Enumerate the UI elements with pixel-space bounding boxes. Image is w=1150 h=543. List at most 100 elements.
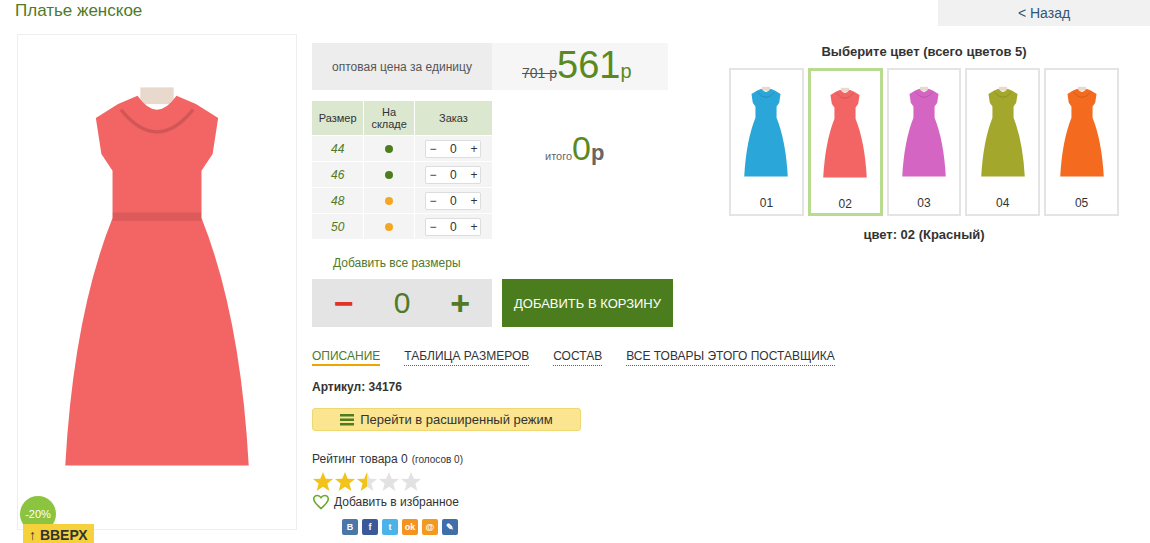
price-value: 701 р561р [492, 43, 668, 90]
qty-field[interactable]: 0 [450, 168, 457, 182]
dress-icon [891, 72, 957, 194]
color-label: 03 [917, 196, 930, 210]
stock-cell [364, 188, 414, 213]
row-stepper: −0 + [425, 140, 481, 158]
star-icon[interactable] [356, 471, 378, 492]
plus-button[interactable]: + [470, 220, 477, 234]
tab[interactable]: ОПИСАНИЕ [312, 349, 380, 366]
color-thumb[interactable]: 03 [887, 68, 962, 216]
table-header: РазмерНа складеЗаказ [312, 101, 492, 136]
main: -20%↑ ВВЕРХоптовая цена за единицу701 р5… [0, 34, 1150, 535]
order-cell: −0 + [415, 214, 492, 239]
column-header: На складе [364, 101, 414, 135]
color-label: 01 [760, 196, 773, 210]
order-cell: −0 + [415, 136, 492, 161]
color-label: 04 [996, 196, 1009, 210]
row-stepper: −0 + [425, 166, 481, 184]
rating-label: Рейтинг товара 0 [312, 452, 408, 466]
stock-dot [385, 171, 393, 179]
color-title: Выберите цвет (всего цветов 5) [729, 44, 1119, 59]
table-row: 46 −0 + [312, 162, 492, 188]
minus-button[interactable]: − [429, 142, 436, 156]
plus-button[interactable]: + [470, 194, 477, 208]
column-header: Размер [312, 101, 364, 135]
column-header: Заказ [415, 101, 492, 135]
stock-cell [364, 214, 414, 239]
color-thumb[interactable]: 04 [965, 68, 1040, 216]
add-all-sizes-link[interactable]: Добавить все размеры [333, 256, 674, 270]
minus-button[interactable]: − [429, 194, 436, 208]
back-button[interactable]: < Назад [938, 0, 1150, 26]
favorites-label: Добавить в избранное [334, 495, 459, 509]
current-price: 561 [557, 43, 620, 88]
share-icon[interactable]: ✎ [442, 519, 458, 535]
color-thumb[interactable]: 02 [808, 68, 883, 216]
quantity-field[interactable]: 0 [394, 286, 411, 320]
row-stepper: −0 + [425, 218, 481, 236]
qty-field[interactable]: 0 [450, 142, 457, 156]
dress-icon [1049, 72, 1115, 194]
color-thumb[interactable]: 01 [729, 68, 804, 216]
star-icon[interactable] [334, 471, 356, 492]
stock-cell [364, 136, 414, 161]
dress-icon [812, 73, 878, 195]
add-to-cart-button[interactable]: ДОБАВИТЬ В КОРЗИНУ [502, 279, 673, 327]
order-cell: −0 + [415, 162, 492, 187]
page-title: Платье женское [15, 1, 142, 34]
color-label: 05 [1075, 196, 1088, 210]
product-photo[interactable]: -20%↑ ВВЕРХ [17, 34, 297, 530]
rating-votes: (голосов 0) [412, 454, 463, 465]
quantity-stepper: − 0 + [312, 279, 492, 327]
add-to-favorites[interactable]: Добавить в избранное [312, 494, 674, 510]
dress-icon [970, 72, 1036, 194]
plus-button[interactable]: + [470, 168, 477, 182]
rating-stars[interactable] [312, 471, 674, 492]
extended-mode-label: Перейти в расширенный режим [360, 412, 553, 427]
tabs: ОПИСАНИЕТАБЛИЦА РАЗМЕРОВСОСТАВВСЕ ТОВАРЫ… [312, 349, 674, 366]
plus-button[interactable]: + [450, 284, 470, 323]
article: Артикул: 34176 [312, 380, 674, 394]
size-cell: 50 [312, 214, 364, 239]
color-label: 02 [839, 197, 852, 211]
dress-icon [733, 72, 799, 194]
total-value: 0 [572, 129, 591, 168]
plus-button[interactable]: + [470, 142, 477, 156]
share-icon[interactable]: ok [402, 519, 418, 535]
table-area: РазмерНа складеЗаказ44−0+46−0+48−0+50−0+… [312, 101, 674, 240]
minus-button[interactable]: − [429, 168, 436, 182]
quantity-row: − 0 + ДОБАВИТЬ В КОРЗИНУ [312, 279, 674, 327]
tab[interactable]: СОСТАВ [553, 349, 602, 366]
tab[interactable]: ВСЕ ТОВАРЫ ЭТОГО ПОСТАВЩИКА [626, 349, 835, 366]
old-price: 701 р [522, 65, 557, 81]
qty-field[interactable]: 0 [450, 220, 457, 234]
price-currency: р [620, 60, 631, 83]
price-row: оптовая цена за единицу701 р561р [312, 43, 674, 90]
tab[interactable]: ТАБЛИЦА РАЗМЕРОВ [404, 349, 529, 366]
share-icon[interactable]: t [382, 519, 398, 535]
qty-field[interactable]: 0 [450, 194, 457, 208]
stock-dot [385, 223, 393, 231]
size-cell: 48 [312, 188, 364, 213]
header: Платье женское < Назад [0, 0, 1150, 34]
order-cell: −0 + [415, 188, 492, 213]
star-icon[interactable] [312, 471, 334, 492]
up-button[interactable]: ↑ ВВЕРХ [23, 524, 94, 543]
order-column: оптовая цена за единицу701 р561р РазмерНа… [312, 34, 674, 535]
share-icon[interactable]: @ [422, 519, 438, 535]
table-row: 48 −0 + [312, 188, 492, 214]
product-page: Платье женское< Назад-20%↑ ВВЕРХоптовая … [0, 0, 1150, 543]
minus-button[interactable]: − [334, 284, 354, 323]
size-table: РазмерНа складеЗаказ44−0+46−0+48−0+50−0+ [312, 101, 492, 240]
total-label: итого [545, 150, 572, 162]
extended-mode-button[interactable]: Перейти в расширенный режим [312, 408, 581, 431]
color-thumb[interactable]: 05 [1044, 68, 1119, 216]
star-icon[interactable] [378, 471, 400, 492]
stock-dot [385, 197, 393, 205]
minus-button[interactable]: − [429, 220, 436, 234]
share-icons: Вftok@✎ [342, 519, 674, 535]
size-cell: 46 [312, 162, 364, 187]
color-caption: цвет: 02 (Красный) [729, 227, 1119, 242]
share-icon[interactable]: f [362, 519, 378, 535]
share-icon[interactable]: В [342, 519, 358, 535]
star-icon[interactable] [400, 471, 422, 492]
